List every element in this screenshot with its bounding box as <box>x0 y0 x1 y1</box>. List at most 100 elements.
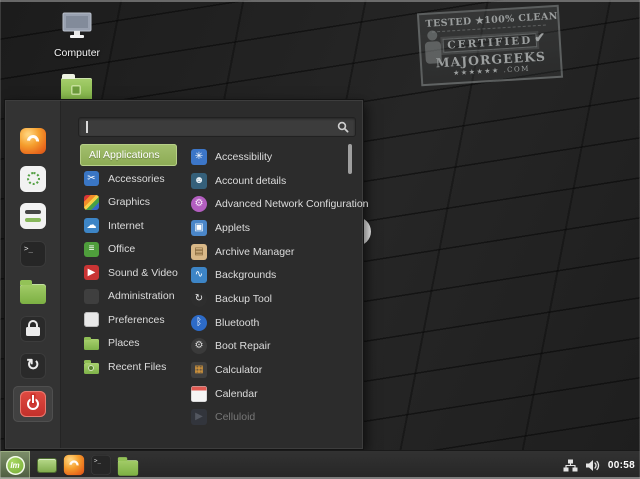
app-item-calculator[interactable]: ▦ Calculator <box>189 358 349 382</box>
app-list-scrollbar[interactable] <box>348 144 352 174</box>
desktop-icon-home-folder[interactable] <box>61 74 92 101</box>
desktop-icon-label: Computer <box>53 47 101 59</box>
menu-button[interactable]: lm <box>0 451 30 479</box>
sidebar-button-log-out[interactable]: ↻ <box>13 348 53 384</box>
clock[interactable]: 00:58 <box>608 460 635 471</box>
system-tray: 00:58 <box>563 459 640 472</box>
checkmark-icon: ✔ <box>533 30 548 47</box>
software-manager-icon <box>20 165 46 192</box>
calendar-icon <box>191 385 207 402</box>
category-item-office[interactable]: ≡ Office <box>78 238 186 260</box>
category-item-places[interactable]: Places <box>78 332 186 354</box>
firefox-browser-icon <box>63 454 84 476</box>
backgrounds-icon: ∿ <box>191 267 207 284</box>
sidebar-button-shut-down[interactable] <box>13 385 53 422</box>
category-item-internet[interactable]: ☁ Internet <box>78 215 186 237</box>
backup-tool-icon: ↻ <box>191 290 207 307</box>
majorgeeks-watermark: TESTED ★100% CLEAN CERTIFIED ✔ MAJORGEEK… <box>416 4 564 87</box>
archive-manager-icon: ▤ <box>191 243 207 260</box>
accessibility-icon: ✳ <box>191 148 207 165</box>
category-label: All Applications <box>89 149 160 161</box>
shut-down-icon <box>20 390 46 417</box>
magnifier-icon <box>337 121 349 133</box>
category-item-preferences[interactable]: Preferences <box>78 309 186 331</box>
app-label: Accessibility <box>215 150 273 163</box>
search-input[interactable] <box>78 117 356 137</box>
app-item-calendar[interactable]: Calendar <box>189 382 349 406</box>
category-item-administration[interactable]: Administration <box>78 285 186 307</box>
show-desktop-icon <box>37 458 56 472</box>
applets-icon: ▣ <box>191 219 207 236</box>
lock-screen-icon <box>20 315 46 342</box>
app-item-boot-repair[interactable]: ⚙ Boot Repair <box>189 335 349 359</box>
app-item-backgrounds[interactable]: ∿ Backgrounds <box>189 263 349 287</box>
computer-monitor-icon <box>62 12 92 38</box>
category-item-recent-files[interactable]: Recent Files <box>78 356 186 378</box>
app-label: Applets <box>215 221 251 234</box>
category-label: Graphics <box>108 196 151 208</box>
sidebar-button-terminal[interactable]: >_ <box>13 236 53 272</box>
file-manager-icon <box>20 280 46 304</box>
menu-sidebar: >_ ↻ <box>6 101 61 448</box>
category-item-accessories[interactable]: ✂ Accessories <box>78 168 186 190</box>
app-item-applets[interactable]: ▣ Applets <box>189 216 349 240</box>
app-item-celluloid[interactable]: ▶ Celluloid <box>189 406 349 430</box>
advanced-network-configuration-icon: ⚙ <box>191 196 207 213</box>
app-item-account-details[interactable]: ☻ Account details <box>189 169 349 193</box>
bluetooth-icon: ᛒ <box>191 314 207 331</box>
taskbar-launcher-show-desktop[interactable] <box>33 451 60 479</box>
app-label: Archive Manager <box>215 245 295 258</box>
file-manager-icon <box>117 457 138 476</box>
app-label: Calculator <box>215 364 263 377</box>
sidebar-button-lock-screen[interactable] <box>13 311 53 347</box>
category-label: Accessories <box>108 172 165 185</box>
recent-files-icon <box>84 360 99 374</box>
preferences-icon <box>84 312 99 327</box>
category-item-sound-video[interactable]: ▶ Sound & Video <box>78 262 186 284</box>
system-settings-icon <box>20 203 46 229</box>
sidebar-button-system-settings[interactable] <box>13 198 53 234</box>
network-icon[interactable] <box>563 459 578 472</box>
app-label: Account details <box>215 174 287 187</box>
accessories-icon: ✂ <box>84 171 99 186</box>
app-item-archive-manager[interactable]: ▤ Archive Manager <box>189 240 349 264</box>
terminal-icon: >_ <box>90 454 111 476</box>
geek-mascot-graphic <box>423 30 443 67</box>
places-icon <box>84 336 99 350</box>
administration-icon <box>84 288 99 304</box>
firefox-browser-icon <box>20 128 46 154</box>
mint-logo-icon: lm <box>5 455 25 475</box>
taskbar-launcher-terminal[interactable]: >_ <box>87 451 114 479</box>
category-item-graphics[interactable]: Graphics <box>78 191 186 213</box>
category-item-all-applications[interactable]: All Applications <box>80 144 177 166</box>
app-label: Calendar <box>215 387 258 400</box>
app-item-accessibility[interactable]: ✳ Accessibility <box>189 145 349 169</box>
celluloid-icon: ▶ <box>191 409 207 426</box>
sidebar-button-file-manager[interactable] <box>13 273 53 309</box>
mint-menu-panel: >_ ↻ All Applications ✂ Accessories Graphics… <box>4 99 369 450</box>
boot-repair-icon: ⚙ <box>191 338 207 355</box>
account-details-icon: ☻ <box>191 172 207 189</box>
app-item-advanced-network-configuration[interactable]: ⚙ Advanced Network Configuration <box>189 192 369 216</box>
sidebar-button-software-manager[interactable] <box>13 161 53 197</box>
desktop-icon-computer[interactable]: Computer <box>52 12 102 59</box>
volume-icon[interactable] <box>585 459 601 472</box>
category-label: Places <box>108 337 140 349</box>
app-item-backup-tool[interactable]: ↻ Backup Tool <box>189 287 349 311</box>
app-label: Boot Repair <box>215 340 271 353</box>
category-label: Recent Files <box>108 360 167 373</box>
application-list: ✳ Accessibility ☻ Account details ⚙ Advanced … <box>189 145 369 430</box>
taskbar-launcher-file-manager[interactable] <box>114 451 141 479</box>
log-out-icon: ↻ <box>20 353 46 379</box>
taskbar-launcher-firefox-browser[interactable] <box>60 451 87 479</box>
app-item-bluetooth[interactable]: ᛒ Bluetooth <box>189 311 349 335</box>
sidebar-button-firefox-browser[interactable] <box>13 123 53 159</box>
graphics-icon <box>84 194 99 210</box>
app-label: Advanced Network Configuration <box>215 198 369 211</box>
taskbar: lm >_ 00:58 <box>0 450 640 479</box>
category-label: Internet <box>108 219 144 232</box>
sound-video-icon: ▶ <box>84 265 99 280</box>
app-label: Backgrounds <box>215 269 277 282</box>
taskbar-launchers: >_ <box>33 451 141 479</box>
text-caret <box>86 121 88 133</box>
